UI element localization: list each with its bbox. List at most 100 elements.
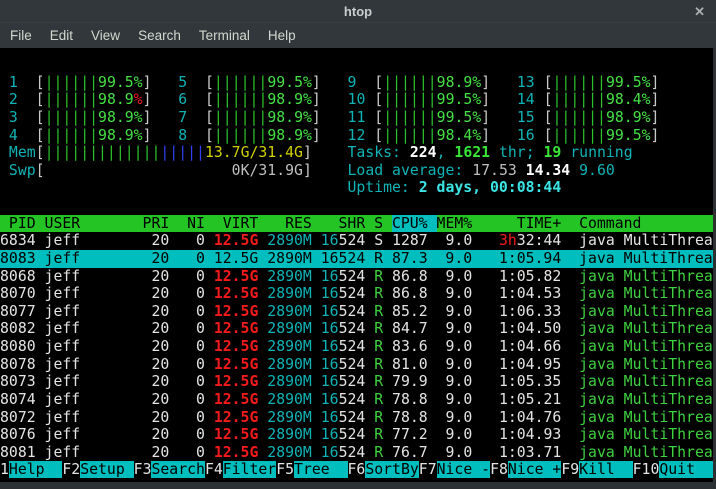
window-title: htop xyxy=(344,4,372,19)
text-run: 2890M xyxy=(267,391,312,408)
text-run: 98.9 xyxy=(98,91,134,108)
text-run: [ xyxy=(36,162,45,179)
close-icon[interactable]: ✕ xyxy=(694,0,705,22)
text-run: 98.9% xyxy=(267,91,312,108)
text-run: [ xyxy=(205,74,214,91)
fkey-setup-button[interactable]: Setup xyxy=(80,461,133,478)
function-key-bar[interactable]: 1Help F2Setup F3SearchF4FilterF5Tree F6S… xyxy=(0,461,716,479)
fkey-sortby-button[interactable]: SortBy xyxy=(365,461,418,478)
fkey-nice-plus-button[interactable]: Nice + xyxy=(508,461,561,478)
process-row-6834[interactable]: 6834 jeff 20 0 12.5G 2890M 16524 S 1287 … xyxy=(0,232,716,250)
text-run xyxy=(258,232,267,249)
fkey-search-button[interactable]: Search xyxy=(151,461,204,478)
text-run: ] xyxy=(481,91,490,108)
fkey-nice-minus-button[interactable]: Nice - xyxy=(437,461,490,478)
text-run: 12.5G xyxy=(214,426,259,443)
text-run: |||||| xyxy=(214,91,267,108)
fkey-filter-button[interactable]: Filter xyxy=(223,461,276,478)
fkey-f2-key[interactable]: F2 xyxy=(62,461,80,478)
text-run xyxy=(312,268,321,285)
text-run: 98.9% xyxy=(98,127,143,144)
fkey-f4-key[interactable]: F4 xyxy=(205,461,223,478)
text-run xyxy=(490,109,517,126)
text-run: |||||| xyxy=(383,74,436,91)
fkey-f8-key[interactable]: F8 xyxy=(490,461,508,478)
text-run xyxy=(258,320,267,337)
text-run: 99.5% xyxy=(267,74,312,91)
text-run: 9 xyxy=(348,74,375,91)
process-row-8076[interactable]: 8076 jeff 20 0 12.5G 2890M 16524 R 77.2 … xyxy=(0,426,716,444)
fkey-kill-button[interactable]: Kill xyxy=(579,461,632,478)
process-row-8072[interactable]: 8072 jeff 20 0 12.5G 2890M 16524 R 78.8 … xyxy=(0,409,716,427)
text-run: |||||| xyxy=(45,109,98,126)
process-row-8078[interactable]: 8078 jeff 20 0 12.5G 2890M 16524 R 81.0 … xyxy=(0,356,716,374)
process-row-8074[interactable]: 8074 jeff 20 0 12.5G 2890M 16524 R 78.8 … xyxy=(0,391,716,409)
blank-line xyxy=(0,197,716,215)
cpu-meter-row-3: 3 [||||||98.9%] 7 [||||||98.9%] 11 [||||… xyxy=(0,109,716,127)
text-run: 85.2 9.0 1:06.33 xyxy=(383,303,579,320)
text-run xyxy=(312,444,321,461)
text-run: 1287 9.0 xyxy=(383,232,499,249)
sort-column-header[interactable]: CPU% xyxy=(392,215,437,232)
fkey-f1-key[interactable]: 1 xyxy=(0,461,9,478)
text-run xyxy=(321,127,348,144)
menu-item-file[interactable]: File xyxy=(1,23,41,49)
process-row-8082[interactable]: 8082 jeff 20 0 12.5G 2890M 16524 R 84.7 … xyxy=(0,320,716,338)
text-run: [ xyxy=(36,74,45,91)
memory-meter-and-tasks-row: Mem[||||||||||||||||||13.7G/31.4G] Tasks… xyxy=(0,144,716,162)
fkey-f3-key[interactable]: F3 xyxy=(134,461,152,478)
text-run xyxy=(312,303,321,320)
text-run xyxy=(258,356,267,373)
text-run: 98.9% xyxy=(98,109,143,126)
table-header-row[interactable]: PID USER PRI NI VIRT RES SHR S CPU% MEM%… xyxy=(0,215,716,233)
text-run: , xyxy=(437,144,455,161)
fkey-help-button[interactable]: Help xyxy=(9,461,62,478)
fkey-quit-button[interactable]: Quit xyxy=(659,461,712,478)
text-run: [ xyxy=(36,144,45,161)
text-run: 16 xyxy=(321,232,339,249)
text-run: 524 xyxy=(339,391,375,408)
text-run: R xyxy=(374,391,383,408)
text-run: thr; xyxy=(490,144,543,161)
fkey-f7-key[interactable]: F7 xyxy=(419,461,437,478)
text-run: 6834 jeff 20 0 xyxy=(0,232,214,249)
menu-item-edit[interactable]: Edit xyxy=(41,23,82,49)
text-run: 78.8 9.0 1:05.21 xyxy=(383,391,579,408)
window-titlebar[interactable]: htop ✕ xyxy=(0,0,716,22)
text-run xyxy=(490,91,517,108)
fkey-f9-key[interactable]: F9 xyxy=(561,461,579,478)
text-run: |||||| xyxy=(383,109,436,126)
text-run: ] xyxy=(481,109,490,126)
menu-item-view[interactable]: View xyxy=(82,23,129,49)
text-run: [ xyxy=(36,109,45,126)
fkey-f5-key[interactable]: F5 xyxy=(276,461,294,478)
text-run: 16 xyxy=(321,320,339,337)
text-run: 2890M xyxy=(267,268,312,285)
menu-item-help[interactable]: Help xyxy=(259,23,305,49)
text-run xyxy=(258,268,267,285)
text-run: 8070 jeff 20 0 xyxy=(0,285,214,302)
text-run: 98.9% xyxy=(267,127,312,144)
text-run: [ xyxy=(544,109,553,126)
text-run: 99.5% xyxy=(606,74,651,91)
terminal-screen[interactable]: 1 [||||||99.5%] 5 [||||||99.5%] 9 [|||||… xyxy=(0,48,716,489)
process-row-8073[interactable]: 8073 jeff 20 0 12.5G 2890M 16524 R 79.9 … xyxy=(0,373,716,391)
process-row-8081[interactable]: 8081 jeff 20 0 12.5G 2890M 16524 R 76.7 … xyxy=(0,444,716,462)
menu-item-search[interactable]: Search xyxy=(129,23,190,49)
text-run: 16 xyxy=(321,391,339,408)
text-run: 524 xyxy=(339,303,375,320)
text-run: 12.5G xyxy=(214,232,259,249)
process-row-8083-selected[interactable]: 8083 jeff 20 0 12.5G 2890M 16524 R 87.3 … xyxy=(0,250,716,268)
menu-item-terminal[interactable]: Terminal xyxy=(190,23,259,49)
fkey-f6-key[interactable]: F6 xyxy=(348,461,366,478)
fkey-tree-button[interactable]: Tree xyxy=(294,461,347,478)
process-row-8068[interactable]: 8068 jeff 20 0 12.5G 2890M 16524 R 86.8 … xyxy=(0,268,716,286)
text-run xyxy=(152,74,179,91)
text-run: 6 xyxy=(178,91,205,108)
fkey-f10-key[interactable]: F10 xyxy=(633,461,660,478)
process-row-8070[interactable]: 8070 jeff 20 0 12.5G 2890M 16524 R 86.8 … xyxy=(0,285,716,303)
process-row-8077[interactable]: 8077 jeff 20 0 12.5G 2890M 16524 R 85.2 … xyxy=(0,303,716,321)
text-run: 224 xyxy=(410,144,437,161)
process-row-8080[interactable]: 8080 jeff 20 0 12.5G 2890M 16524 R 83.6 … xyxy=(0,338,716,356)
text-run: R xyxy=(374,426,383,443)
